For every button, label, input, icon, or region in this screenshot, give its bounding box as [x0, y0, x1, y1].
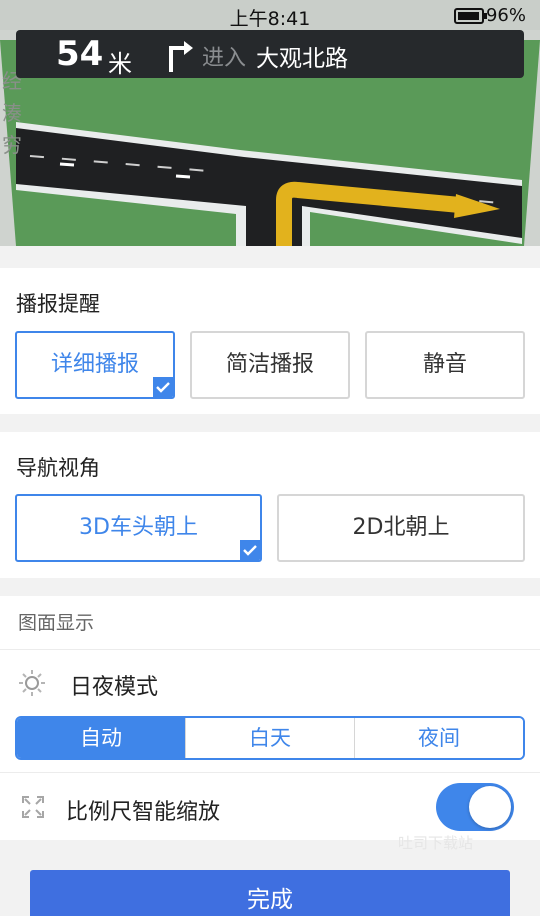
check-icon — [153, 377, 173, 397]
divider — [0, 649, 540, 650]
section-title: 图面显示 — [18, 612, 95, 634]
broadcast-brief-button[interactable]: 简洁播报 — [190, 331, 350, 399]
expand-icon — [22, 796, 44, 818]
section-title: 导航视角 — [16, 456, 100, 480]
broadcast-detailed-button[interactable]: 详细播报 — [15, 331, 175, 399]
divider — [0, 772, 540, 773]
broadcast-mute-button[interactable]: 静音 — [365, 331, 525, 399]
option-label: 简洁播报 — [225, 352, 314, 377]
scale-zoom-label: 比例尺智能缩放 — [66, 800, 221, 825]
distance-unit: 米 — [108, 50, 132, 78]
day-night-segmented-control: 自动 白天 夜间 — [15, 716, 525, 760]
battery-level — [458, 12, 479, 20]
status-bar: 上午8:41 96% — [0, 0, 540, 30]
enter-label: 进入 — [202, 46, 247, 71]
option-label: 2D北朝上 — [352, 515, 450, 540]
map-road-label: 穷 — [2, 133, 22, 157]
done-button[interactable]: 完成 — [30, 870, 510, 916]
mode-day-option[interactable]: 白天 — [185, 718, 354, 758]
battery-icon — [454, 8, 487, 24]
view-section: 导航视角 3D车头朝上 2D北朝上 — [0, 432, 540, 578]
turn-right-arrow-icon — [169, 41, 193, 72]
view-3d-button[interactable]: 3D车头朝上 — [15, 494, 262, 562]
mode-night-option[interactable]: 夜间 — [354, 718, 523, 758]
display-section: 图面显示 日夜模式 自动 白天 夜间 比例尺智能缩放 — [0, 596, 540, 840]
day-night-label: 日夜模式 — [70, 675, 159, 700]
sun-icon — [19, 670, 45, 696]
option-label: 静音 — [422, 352, 467, 377]
option-label: 详细播报 — [50, 352, 139, 377]
guidance-banner: 54 米 进入 大观北路 — [16, 30, 524, 78]
distance-value: 54 — [56, 34, 104, 74]
next-road-name: 大观北路 — [256, 46, 348, 72]
battery-percentage: 96% — [485, 5, 526, 26]
mode-auto-option[interactable]: 自动 — [17, 718, 185, 758]
toggle-knob — [469, 786, 511, 828]
option-label: 3D车头朝上 — [79, 515, 198, 540]
check-icon — [240, 540, 260, 560]
broadcast-section: 播报提醒 详细播报 简洁播报 静音 — [0, 268, 540, 414]
section-title: 播报提醒 — [16, 292, 100, 316]
scale-zoom-toggle[interactable] — [436, 783, 514, 831]
watermark: 吐司下载站 — [398, 834, 474, 852]
map-road-label: 湊 — [2, 101, 22, 125]
view-2d-button[interactable]: 2D北朝上 — [277, 494, 525, 562]
